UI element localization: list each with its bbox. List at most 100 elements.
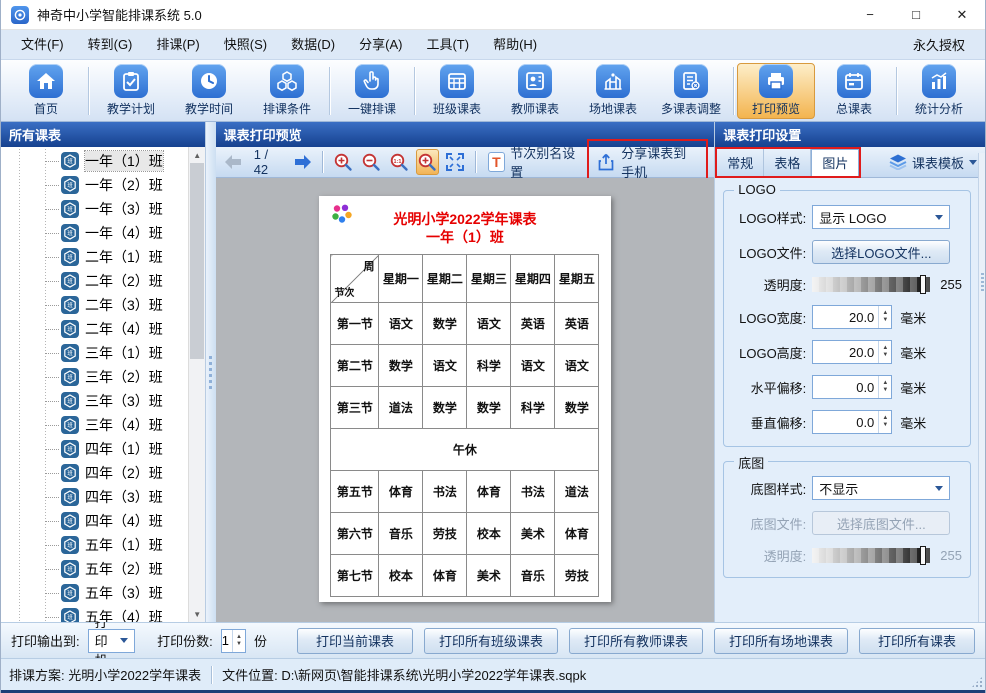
menu-item[interactable]: 文件(F) (9, 30, 76, 60)
tab-image[interactable]: 图片 (811, 149, 859, 176)
unit-label: 毫米 (900, 378, 926, 397)
zoom-in-button[interactable] (331, 149, 354, 175)
panel-splitter[interactable] (206, 122, 215, 622)
print-output-select[interactable]: 打印机 (88, 629, 135, 653)
menu-item[interactable]: 转到(G) (76, 30, 145, 60)
tab-general[interactable]: 常规 (717, 149, 764, 176)
toolbar-venue-schedule[interactable]: 场地课表 (574, 63, 652, 119)
print-all-teacher-button[interactable]: 打印所有教师课表 (569, 628, 703, 654)
toolbar-scheduling-conditions[interactable]: 排课条件 (248, 63, 326, 119)
print-all-button[interactable]: 打印所有课表 (859, 628, 975, 654)
menu-item[interactable]: 分享(A) (347, 30, 414, 60)
tree-scrollbar[interactable]: ▲ ▼ (188, 147, 205, 622)
share-to-phone-button[interactable]: 分享课表到手机 (621, 143, 698, 181)
settings-scrollbar[interactable] (978, 153, 985, 622)
class-tree-item[interactable]: 班 五年（3）班 (1, 581, 188, 605)
maximize-button[interactable]: □ (893, 0, 939, 30)
minimize-button[interactable]: − (847, 0, 893, 30)
class-tree-item[interactable]: 班 五年（2）班 (1, 557, 188, 581)
print-all-venue-button[interactable]: 打印所有场地课表 (714, 628, 848, 654)
preview-canvas[interactable]: 光明小学2022学年课表 一年（1）班 周节次星期一星期二星期三星期四星期五第一… (216, 178, 715, 622)
class-tree-item[interactable]: 班 一年（2）班 (1, 173, 188, 197)
menu-item[interactable]: 工具(T) (414, 30, 481, 60)
day-header-cell: 星期一 (379, 255, 423, 303)
copies-spinner[interactable]: 1▲▼ (221, 629, 246, 653)
toolbar-master-schedule[interactable]: 总课表 (815, 63, 893, 119)
spinner-arrows[interactable]: ▲▼ (878, 341, 891, 363)
prev-page-button[interactable] (222, 149, 245, 175)
class-tree-item[interactable]: 班 三年（3）班 (1, 389, 188, 413)
toolbar-multi-schedule-adjust[interactable]: 多课表调整 (652, 63, 730, 119)
menu-item[interactable]: 排课(P) (144, 30, 211, 60)
scroll-down-icon[interactable]: ▼ (189, 606, 205, 622)
period-alias-settings-button[interactable]: T 节次别名设置 (484, 141, 583, 183)
logo-height-spinner[interactable]: 20.0▲▼ (812, 340, 892, 364)
tree-connector (45, 545, 59, 546)
class-tree-item[interactable]: 班 二年（1）班 (1, 245, 188, 269)
spinner-arrows[interactable]: ▲▼ (878, 306, 891, 328)
spinner-arrows[interactable]: ▲▼ (878, 376, 891, 398)
zoom-out-button[interactable] (359, 149, 382, 175)
zoom-region-button[interactable] (416, 149, 439, 175)
v-offset-spinner[interactable]: 0.0▲▼ (812, 410, 892, 434)
class-tree-item[interactable]: 班 三年（4）班 (1, 413, 188, 437)
scroll-up-icon[interactable]: ▲ (189, 147, 205, 163)
class-tree-item[interactable]: 班 二年（3）班 (1, 293, 188, 317)
close-button[interactable]: ✕ (939, 0, 985, 30)
toolbar-teacher-schedule[interactable]: 教师课表 (496, 63, 574, 119)
fullscreen-button[interactable] (444, 149, 467, 175)
scrollbar-thumb[interactable] (190, 163, 204, 359)
logo-style-select[interactable]: 显示 LOGO (812, 205, 950, 229)
spinner-arrows[interactable]: ▲▼ (878, 411, 891, 433)
toolbar-print-preview[interactable]: 打印预览 (737, 63, 815, 119)
background-opacity-slider[interactable] (812, 548, 930, 563)
class-tree-item[interactable]: 班 四年（3）班 (1, 485, 188, 509)
class-tree-item[interactable]: 班 四年（1）班 (1, 437, 188, 461)
svg-text:1:1: 1:1 (394, 159, 402, 165)
toolbar-teaching-time[interactable]: 教学时间 (170, 63, 248, 119)
print-all-class-button[interactable]: 打印所有班级课表 (424, 628, 558, 654)
background-style-select[interactable]: 不显示 (812, 476, 950, 500)
menu-item[interactable]: 帮助(H) (481, 30, 549, 60)
toolbar-separator (88, 67, 89, 115)
tab-table[interactable]: 表格 (764, 149, 811, 176)
menu-item[interactable]: 数据(D) (279, 30, 347, 60)
svg-text:班: 班 (67, 421, 73, 429)
class-tree-item[interactable]: 班 五年（1）班 (1, 533, 188, 557)
menu-item[interactable]: 快照(S) (212, 30, 279, 60)
table-row: 第一节语文数学语文英语英语 (331, 303, 599, 345)
toolbar-class-schedule[interactable]: 班级课表 (418, 63, 496, 119)
class-tree-item[interactable]: 班 二年（2）班 (1, 269, 188, 293)
slider-thumb[interactable] (920, 546, 926, 565)
table-row: 第三节道法数学数学科学数学 (331, 387, 599, 429)
class-tree-item[interactable]: 班 一年（3）班 (1, 197, 188, 221)
toolbar-teaching-plan[interactable]: 教学计划 (92, 63, 170, 119)
resize-grip[interactable] (971, 676, 983, 688)
class-name: 四年（3）班 (85, 487, 163, 507)
chevron-down-icon (969, 160, 977, 165)
logo-opacity-slider[interactable] (812, 277, 930, 292)
toolbar-one-click-scheduling[interactable]: 一键排课 (333, 63, 411, 119)
next-page-button[interactable] (291, 149, 314, 175)
slider-thumb[interactable] (920, 275, 926, 294)
class-tree-item[interactable]: 班 二年（4）班 (1, 317, 188, 341)
class-tree-item[interactable]: 班 四年（4）班 (1, 509, 188, 533)
zoom-actual-size-button[interactable]: 1:1 (387, 149, 410, 175)
logo-width-spinner[interactable]: 20.0▲▼ (812, 305, 892, 329)
class-icon: 班 (61, 152, 79, 170)
print-current-button[interactable]: 打印当前课表 (297, 628, 413, 654)
h-offset-spinner[interactable]: 0.0▲▼ (812, 375, 892, 399)
class-tree-item[interactable]: 班 三年（1）班 (1, 341, 188, 365)
class-tree-item[interactable]: 班 一年（4）班 (1, 221, 188, 245)
spinner-arrows[interactable]: ▲▼ (232, 630, 245, 652)
toolbar-statistics[interactable]: 统计分析 (900, 63, 978, 119)
schedule-template-button[interactable]: 课表模板 (889, 153, 985, 172)
class-tree-item[interactable]: 班 五年（4）班 (1, 605, 188, 622)
choose-background-file-button[interactable]: 选择底图文件... (812, 511, 950, 535)
class-name: 四年（1）班 (85, 439, 163, 459)
choose-logo-file-button[interactable]: 选择LOGO文件... (812, 240, 950, 264)
toolbar-home[interactable]: 首页 (7, 63, 85, 119)
class-tree-item[interactable]: 班 四年（2）班 (1, 461, 188, 485)
class-tree-item[interactable]: 班 三年（2）班 (1, 365, 188, 389)
class-tree-item[interactable]: 班 一年（1）班 (1, 149, 188, 173)
